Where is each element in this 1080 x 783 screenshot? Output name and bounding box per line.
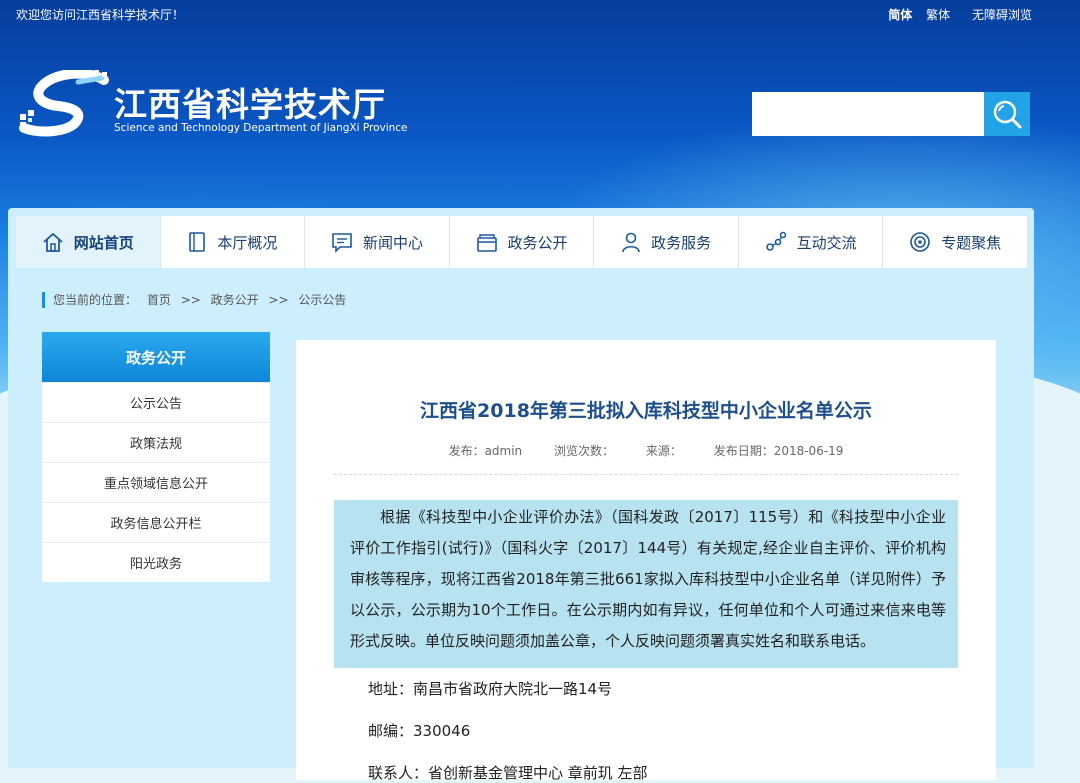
site-logo[interactable]: 江西省科学技术厅 Science and Technology Departme… [18, 70, 408, 150]
meta-source: 来源： [645, 444, 682, 458]
article-body: 根据《科技型中小企业评价办法》（国科发政〔2017〕115号）和《科技型中小企业… [350, 508, 946, 650]
search-icon [993, 100, 1022, 129]
share-icon [765, 231, 786, 251]
meta-views: 浏览次数： [554, 444, 615, 458]
article-title: 江西省2018年第三批拟入库科技型中小企业名单公示 [420, 400, 872, 422]
breadcrumb: 您当前的位置： 首页 >> 政务公开 >> 公示公告 [42, 292, 352, 308]
book-icon [189, 232, 206, 252]
top-links: 简体 繁体 无障碍浏览 [878, 6, 1032, 23]
sidebar-item-info-board[interactable]: 政务信息公开栏 [42, 502, 270, 542]
home-icon [43, 232, 63, 252]
nav-label: 互动交流 [796, 233, 857, 252]
nav-news[interactable]: 新闻中心 [305, 216, 450, 268]
search-button[interactable] [984, 92, 1030, 136]
logo-emblem-icon [19, 70, 109, 137]
folder-icon [476, 234, 497, 252]
target-icon [910, 232, 931, 252]
nav-label: 政务服务 [651, 233, 712, 252]
breadcrumb-separator: >> [268, 293, 289, 307]
nav-interaction[interactable]: 互动交流 [739, 216, 884, 268]
breadcrumb-separator: >> [180, 293, 201, 307]
nav-about[interactable]: 本厅概况 [161, 216, 306, 268]
simplified-link[interactable]: 简体 [888, 8, 912, 22]
nav-gov-affairs[interactable]: 政务公开 [450, 216, 595, 268]
nav-label: 政务公开 [507, 233, 568, 252]
meta-date: 发布日期：2018-06-19 [713, 444, 844, 458]
sidebar-item-key-areas[interactable]: 重点领域信息公开 [42, 462, 270, 502]
nav-home[interactable]: 网站首页 [16, 216, 161, 268]
chat-icon [332, 233, 352, 253]
article-address: 地址：南昌市省政府大院北一路14号 [368, 680, 613, 698]
nav-label: 本厅概况 [217, 233, 278, 252]
search-box [752, 92, 1030, 136]
logo-subtitle: Science and Technology Department of Jia… [114, 122, 408, 134]
article: 江西省2018年第三批拟入库科技型中小企业名单公示 发布：admin 浏览次数：… [296, 340, 996, 782]
nav-label: 专题聚焦 [941, 233, 1002, 252]
main-nav: 网站首页 本厅概况 新闻中心 政务公开 政务服务 互动交流 专题聚焦 [16, 216, 1027, 268]
breadcrumb-home[interactable]: 首页 [147, 293, 171, 307]
sidebar-item-policies[interactable]: 政策法规 [42, 422, 270, 462]
user-icon [622, 232, 640, 253]
sidebar-item-announcements[interactable]: 公示公告 [42, 382, 270, 422]
sidebar-title: 政务公开 [42, 332, 270, 382]
traditional-link[interactable]: 繁体 [926, 8, 950, 22]
article-contact: 联系人：省创新基金管理中心 章前玑 左部 [368, 764, 648, 782]
logo-title: 江西省科学技术厅 [114, 85, 386, 124]
accessibility-link[interactable]: 无障碍浏览 [972, 8, 1032, 22]
sidebar: 政务公开 公示公告 政策法规 重点领域信息公开 政务信息公开栏 阳光政务 [42, 332, 270, 582]
breadcrumb-prefix: 您当前的位置： [53, 293, 138, 307]
nav-topics[interactable]: 专题聚焦 [883, 216, 1027, 268]
nav-services[interactable]: 政务服务 [594, 216, 739, 268]
breadcrumb-current[interactable]: 公示公告 [298, 293, 346, 307]
nav-label: 网站首页 [73, 233, 134, 252]
article-postcode: 邮编：330046 [368, 722, 471, 740]
meta-publisher: 发布：admin [448, 444, 523, 458]
sidebar-item-sunshine[interactable]: 阳光政务 [42, 542, 270, 582]
nav-label: 新闻中心 [362, 233, 423, 252]
article-meta: 发布：admin 浏览次数： 来源： 发布日期：2018-06-19 [296, 442, 996, 459]
breadcrumb-gov-affairs[interactable]: 政务公开 [211, 293, 259, 307]
top-bar: 欢迎您访问江西省科学技术厅！ 简体 繁体 无障碍浏览 [0, 0, 1080, 26]
divider [334, 474, 958, 475]
welcome-text: 欢迎您访问江西省科学技术厅！ [16, 8, 185, 22]
search-input[interactable] [752, 92, 984, 136]
